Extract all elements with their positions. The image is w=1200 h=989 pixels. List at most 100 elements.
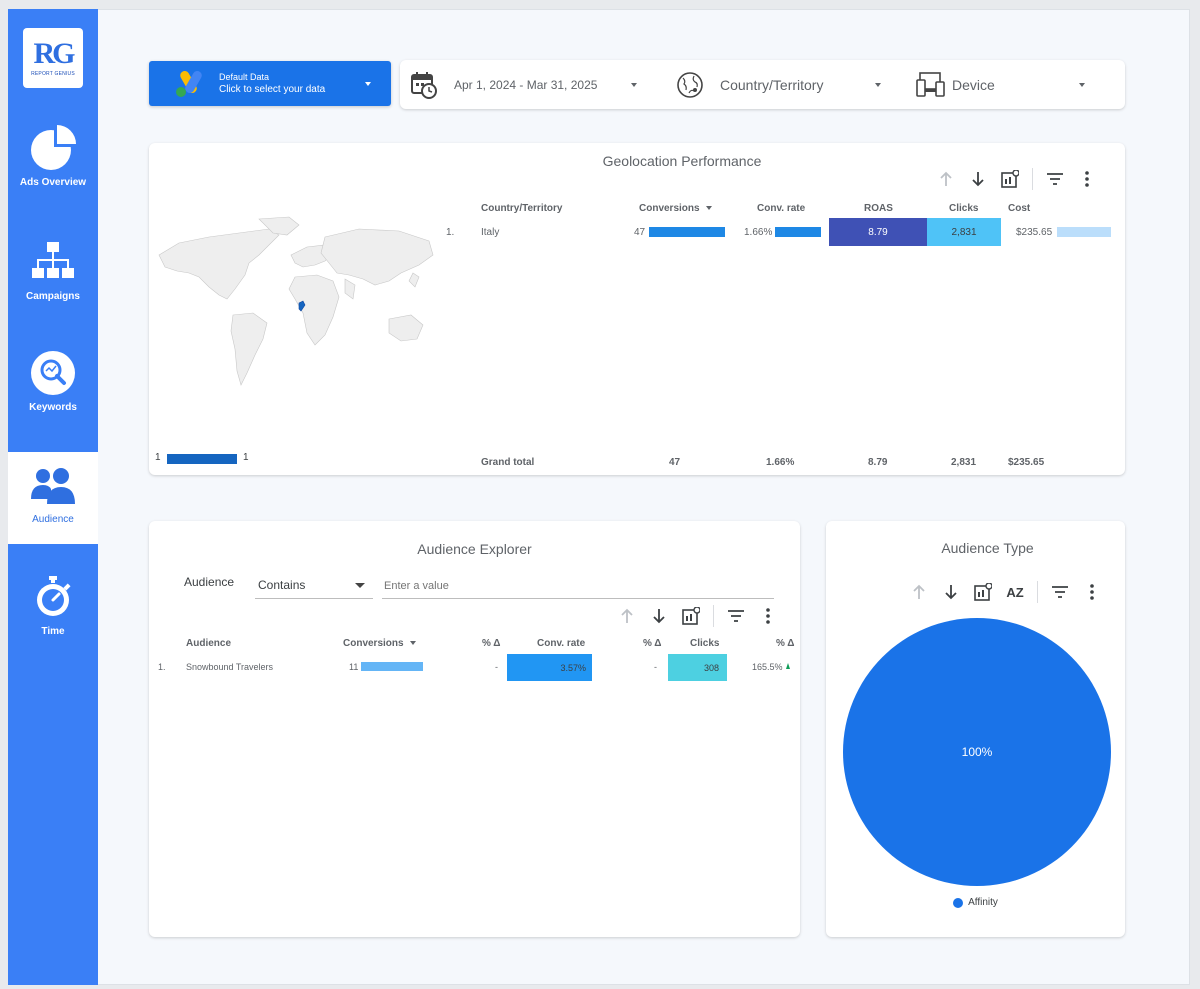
sort-down-icon [410,641,416,645]
row-conversions: 47 [634,227,645,238]
nav-label: Campaigns [26,291,80,302]
date-range-control[interactable]: Apr 1, 2024 - Mar 31, 2025 [410,60,650,109]
hierarchy-icon [30,239,76,285]
explorer-toolbar [611,604,784,628]
filter-icon[interactable] [1039,167,1071,191]
row-conversions: 11 [349,662,358,672]
legend-swatch-affinity [953,898,963,908]
logo-letter-r: R [33,37,52,70]
trend-up-icon [786,663,790,669]
audience-filter-label: Audience [184,575,234,589]
data-source-subtitle: Click to select your data [219,84,325,95]
toolbar-divider [713,605,714,627]
chart-settings-icon[interactable] [994,167,1026,191]
world-map[interactable] [149,215,439,405]
sort-ascending-icon[interactable] [611,604,643,628]
pie-data-label: 100% [962,745,993,759]
col-clicks[interactable]: Clicks [949,203,978,214]
country-filter-label: Country/Territory [720,77,823,93]
sort-descending-icon[interactable] [962,167,994,191]
audience-filter-input[interactable] [382,573,774,599]
chart-settings-icon[interactable] [967,580,999,604]
geolocation-card: Geolocation Performance [149,143,1125,475]
col-conv-rate[interactable]: Conv. rate [757,203,805,214]
conversions-bar [361,662,423,671]
nav-keywords[interactable]: Keywords [8,350,98,440]
pie-chart-icon [30,125,76,171]
conversions-bar [649,227,725,237]
legend-label-affinity: Affinity [968,897,998,908]
row-audience: Snowbound Travelers [186,662,273,672]
col-conversions-delta[interactable]: % Δ [482,638,501,649]
toolbar-divider [1037,581,1038,603]
col-conversions[interactable]: Conversions [639,203,712,214]
chevron-down-icon [355,583,365,588]
col-clicks[interactable]: Clicks [690,638,719,649]
filter-icon[interactable] [720,604,752,628]
audience-type-title: Audience Type [838,540,1137,556]
sort-ascending-icon[interactable] [930,167,962,191]
row-conv-rate-cell: 3.57% [507,654,592,681]
device-filter[interactable]: Device [916,60,1106,109]
row-clicks-cell: 308 [668,654,727,681]
nav-label: Time [41,626,64,637]
col-cost[interactable]: Cost [1008,203,1030,214]
data-source-selector[interactable]: Default Data Click to select your data [149,61,391,106]
logo-subtitle: REPORT GENIUS [31,71,75,77]
chevron-down-icon [365,82,371,86]
nav-time[interactable]: Time [8,574,98,654]
nav-audience[interactable]: Audience [8,452,98,544]
sort-ascending-icon[interactable] [903,580,935,604]
device-filter-label: Device [952,77,995,93]
report-genius-logo[interactable]: RG REPORT GENIUS [23,28,83,88]
nav-campaigns[interactable]: Campaigns [8,239,98,329]
logo-letter-g: G [52,37,72,70]
row-country: Italy [481,227,499,238]
row-conversions-delta: - [495,662,498,672]
total-conversions: 47 [669,457,680,468]
col-conv-rate-delta[interactable]: % Δ [643,638,662,649]
google-ads-icon [175,70,207,98]
devices-icon [916,71,946,99]
nav-ads-overview[interactable]: Ads Overview [8,125,98,215]
audience-type-pie-chart[interactable]: 100% [826,615,1125,895]
magnifier-icon [30,350,76,396]
cost-bar [1057,227,1111,237]
audience-explorer-card: Audience Explorer Audience Contains Audi… [149,521,800,937]
audience-type-card: Audience Type AZ 100% Affinity [826,521,1125,937]
chevron-down-icon [631,83,637,87]
sort-descending-icon[interactable] [643,604,675,628]
map-legend-bar [167,454,237,464]
filter-bar: Apr 1, 2024 - Mar 31, 2025 Country/Terri… [400,60,1125,109]
pie-legend[interactable]: Affinity [826,897,1125,908]
total-roas: 8.79 [868,457,887,468]
nav-label: Keywords [29,402,77,413]
chart-settings-icon[interactable] [675,604,707,628]
row-roas-cell: 8.79 [829,218,927,246]
sidebar: RG REPORT GENIUS Ads Overview [8,9,98,985]
globe-icon [676,71,704,99]
nav-label: Audience [32,514,74,525]
col-conversions[interactable]: Conversions [343,638,416,649]
more-vert-icon[interactable] [1076,580,1108,604]
stopwatch-icon [30,574,76,620]
more-vert-icon[interactable] [752,604,784,628]
row-conv-rate-delta: - [654,662,657,672]
total-conv-rate: 1.66% [766,457,794,468]
more-vert-icon[interactable] [1071,167,1103,191]
sort-az-icon[interactable]: AZ [999,580,1031,604]
date-range-text: Apr 1, 2024 - Mar 31, 2025 [454,78,597,92]
col-conv-rate[interactable]: Conv. rate [537,638,585,649]
row-rank: 1. [446,227,454,238]
col-country[interactable]: Country/Territory [481,203,563,214]
sort-descending-icon[interactable] [935,580,967,604]
total-clicks: 2,831 [951,457,976,468]
col-roas[interactable]: ROAS [864,203,893,214]
col-clicks-delta[interactable]: % Δ [776,638,795,649]
col-audience[interactable]: Audience [186,638,231,649]
country-filter[interactable]: Country/Territory [676,60,886,109]
filter-icon[interactable] [1044,580,1076,604]
audience-filter-operator[interactable]: Contains [255,573,373,599]
chevron-down-icon [875,83,881,87]
toolbar-divider [1032,168,1033,190]
